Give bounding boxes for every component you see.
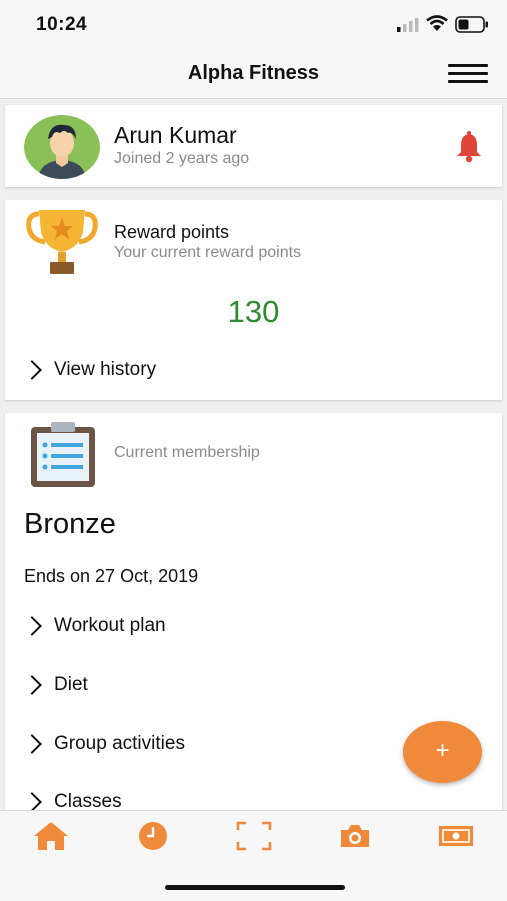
rewards-title: Reward points <box>114 222 230 242</box>
profile-name: Arun Kumar <box>114 122 237 148</box>
chevron-right-icon <box>22 792 42 812</box>
signal-icon <box>397 18 419 32</box>
home-icon[interactable] <box>33 821 69 851</box>
bell-icon[interactable] <box>454 131 484 163</box>
reward-points-value: 130 <box>227 294 280 329</box>
view-history-label: View history <box>54 359 157 380</box>
chevron-right-icon <box>22 360 42 380</box>
membership-end-date: Ends on 27 Oct, 2019 <box>24 566 199 586</box>
add-button[interactable]: + <box>403 721 482 783</box>
chevron-right-icon <box>22 675 42 695</box>
diet-label: Diet <box>54 674 88 695</box>
group-activities-label: Group activities <box>54 733 185 754</box>
status-bar: 10:24 <box>0 0 507 50</box>
avatar <box>24 115 100 179</box>
membership-level: Bronze <box>24 508 116 540</box>
app-title: Alpha Fitness <box>187 62 320 84</box>
chevron-right-icon <box>22 616 42 636</box>
membership-label: Current membership <box>114 444 260 461</box>
profile-joined: Joined 2 years ago <box>114 150 250 167</box>
home-indicator <box>165 885 345 890</box>
camera-icon[interactable] <box>337 821 373 851</box>
trophy-icon <box>26 210 98 274</box>
status-time: 10:24 <box>36 14 88 35</box>
profile-card[interactable]: Arun Kumar Joined 2 years ago <box>5 105 502 187</box>
clipboard-icon <box>31 422 95 487</box>
battery-icon <box>455 16 488 33</box>
wifi-icon <box>426 15 448 31</box>
clock-icon[interactable] <box>135 821 171 851</box>
app-header: Alpha Fitness <box>0 50 507 99</box>
workout-plan-label: Workout plan <box>54 615 166 636</box>
rewards-card: Reward points Your current reward points… <box>5 200 502 400</box>
money-icon[interactable] <box>438 821 474 851</box>
scan-icon[interactable] <box>236 821 272 851</box>
hamburger-menu-icon[interactable] <box>448 64 488 86</box>
rewards-subtitle: Your current reward points <box>114 244 302 261</box>
chevron-right-icon <box>22 734 42 754</box>
